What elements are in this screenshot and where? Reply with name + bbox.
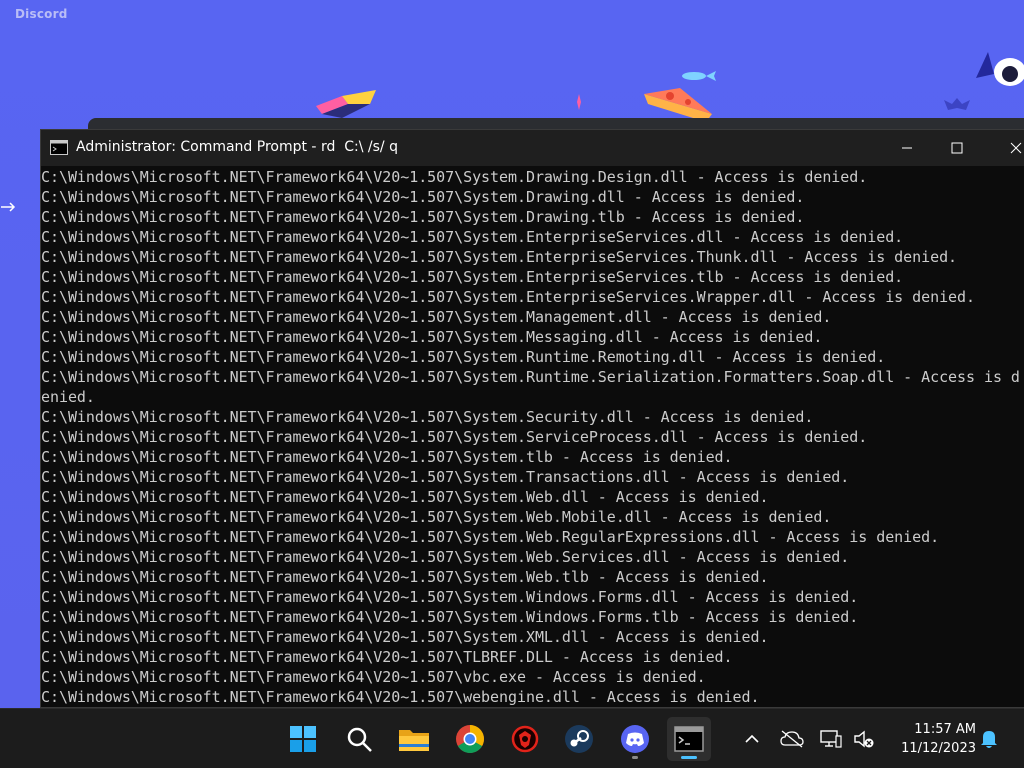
maximize-button[interactable] bbox=[934, 130, 980, 166]
console-line: C:\Windows\Microsoft.NET\Framework64\V20… bbox=[41, 228, 904, 246]
console-line: C:\Windows\Microsoft.NET\Framework64\V20… bbox=[41, 368, 1020, 386]
red-shield-icon bbox=[511, 725, 539, 753]
active-indicator bbox=[681, 756, 697, 759]
search-button[interactable] bbox=[337, 717, 381, 761]
show-hidden-icons-button[interactable] bbox=[740, 727, 764, 751]
console-line: C:\Windows\Microsoft.NET\Framework64\V20… bbox=[41, 248, 958, 266]
search-icon bbox=[347, 727, 372, 752]
windows-logo-icon bbox=[290, 726, 316, 752]
fish-illustration-icon bbox=[682, 71, 716, 81]
onedrive-button[interactable] bbox=[780, 727, 804, 751]
onedrive-offline-icon bbox=[780, 730, 804, 748]
console-line: C:\Windows\Microsoft.NET\Framework64\V20… bbox=[41, 208, 805, 226]
close-button[interactable] bbox=[993, 130, 1024, 166]
minimize-icon bbox=[902, 147, 912, 149]
sparkle-illustration-icon bbox=[577, 94, 581, 110]
console-line: C:\Windows\Microsoft.NET\Framework64\V20… bbox=[41, 288, 976, 306]
window-title: Administrator: Command Prompt - rd C:\ /… bbox=[76, 139, 398, 155]
console-line: C:\Windows\Microsoft.NET\Framework64\V20… bbox=[41, 328, 823, 346]
close-icon bbox=[1010, 142, 1022, 154]
clock-time: 11:57 AM bbox=[914, 722, 976, 737]
maximize-icon bbox=[951, 142, 963, 154]
start-button[interactable] bbox=[281, 717, 325, 761]
console-line: C:\Windows\Microsoft.NET\Framework64\V20… bbox=[41, 688, 760, 706]
console-line: C:\Windows\Microsoft.NET\Framework64\V20… bbox=[41, 268, 904, 286]
console-line: C:\Windows\Microsoft.NET\Framework64\V20… bbox=[41, 188, 805, 206]
terminal-icon bbox=[674, 726, 704, 752]
console-line: C:\Windows\Microsoft.NET\Framework64\V20… bbox=[41, 408, 814, 426]
terminal-button[interactable] bbox=[667, 717, 711, 761]
chrome-button[interactable] bbox=[448, 717, 492, 761]
steam-button[interactable] bbox=[557, 717, 601, 761]
chevron-up-icon bbox=[745, 734, 759, 743]
console-line: C:\Windows\Microsoft.NET\Framework64\V20… bbox=[41, 668, 706, 686]
console-line: enied. bbox=[41, 388, 95, 406]
file-explorer-button[interactable] bbox=[392, 717, 436, 761]
notification-bell-icon bbox=[981, 731, 997, 748]
bat-illustration-icon bbox=[944, 98, 970, 110]
volume-button[interactable] bbox=[852, 727, 876, 751]
title-bar[interactable]: Administrator: Command Prompt - rd C:\ /… bbox=[41, 130, 1024, 166]
system-clock[interactable]: 11:57 AM 11/12/2023 bbox=[884, 720, 976, 758]
folder-icon bbox=[399, 730, 429, 751]
taskbar: 11:57 AM 11/12/2023 bbox=[0, 708, 1024, 768]
network-icon bbox=[820, 730, 842, 748]
console-line: C:\Windows\Microsoft.NET\Framework64\V20… bbox=[41, 508, 832, 526]
console-line: C:\Windows\Microsoft.NET\Framework64\V20… bbox=[41, 488, 769, 506]
console-line: C:\Windows\Microsoft.NET\Framework64\V20… bbox=[41, 528, 940, 546]
console-line: C:\Windows\Microsoft.NET\Framework64\V20… bbox=[41, 588, 859, 606]
console-line: C:\Windows\Microsoft.NET\Framework64\V20… bbox=[41, 428, 868, 446]
discord-button[interactable] bbox=[613, 717, 657, 761]
console-line: C:\Windows\Microsoft.NET\Framework64\V20… bbox=[41, 568, 769, 586]
console-line: C:\Windows\Microsoft.NET\Framework64\V20… bbox=[41, 648, 733, 666]
console-line: C:\Windows\Microsoft.NET\Framework64\V20… bbox=[41, 628, 769, 646]
console-line: C:\Windows\Microsoft.NET\Framework64\V20… bbox=[41, 608, 859, 626]
console-line: C:\Windows\Microsoft.NET\Framework64\V20… bbox=[41, 348, 886, 366]
console-line: C:\Windows\Microsoft.NET\Framework64\V20… bbox=[41, 448, 733, 466]
network-button[interactable] bbox=[819, 727, 843, 751]
console-line: C:\Windows\Microsoft.NET\Framework64\V20… bbox=[41, 308, 832, 326]
cmd-window-icon bbox=[50, 140, 68, 155]
volume-muted-icon bbox=[854, 730, 874, 748]
command-prompt-window[interactable]: Administrator: Command Prompt - rd C:\ /… bbox=[40, 129, 1024, 708]
clock-date: 11/12/2023 bbox=[901, 741, 976, 756]
console-line: C:\Windows\Microsoft.NET\Framework64\V20… bbox=[41, 168, 868, 186]
running-indicator bbox=[632, 756, 638, 759]
console-line: C:\Windows\Microsoft.NET\Framework64\V20… bbox=[41, 548, 850, 566]
console-output[interactable]: C:\Windows\Microsoft.NET\Framework64\V20… bbox=[41, 167, 1024, 707]
monster-illustration-icon bbox=[976, 52, 1024, 86]
resize-cursor-icon bbox=[1, 202, 16, 212]
discord-icon bbox=[621, 725, 649, 753]
chrome-icon bbox=[456, 725, 484, 753]
steam-icon bbox=[565, 725, 593, 753]
red-app-button[interactable] bbox=[503, 717, 547, 761]
console-line: C:\Windows\Microsoft.NET\Framework64\V20… bbox=[41, 468, 850, 486]
minimize-button[interactable] bbox=[884, 130, 930, 166]
notifications-button[interactable] bbox=[977, 727, 1001, 751]
discord-app-name: Discord bbox=[15, 7, 68, 21]
